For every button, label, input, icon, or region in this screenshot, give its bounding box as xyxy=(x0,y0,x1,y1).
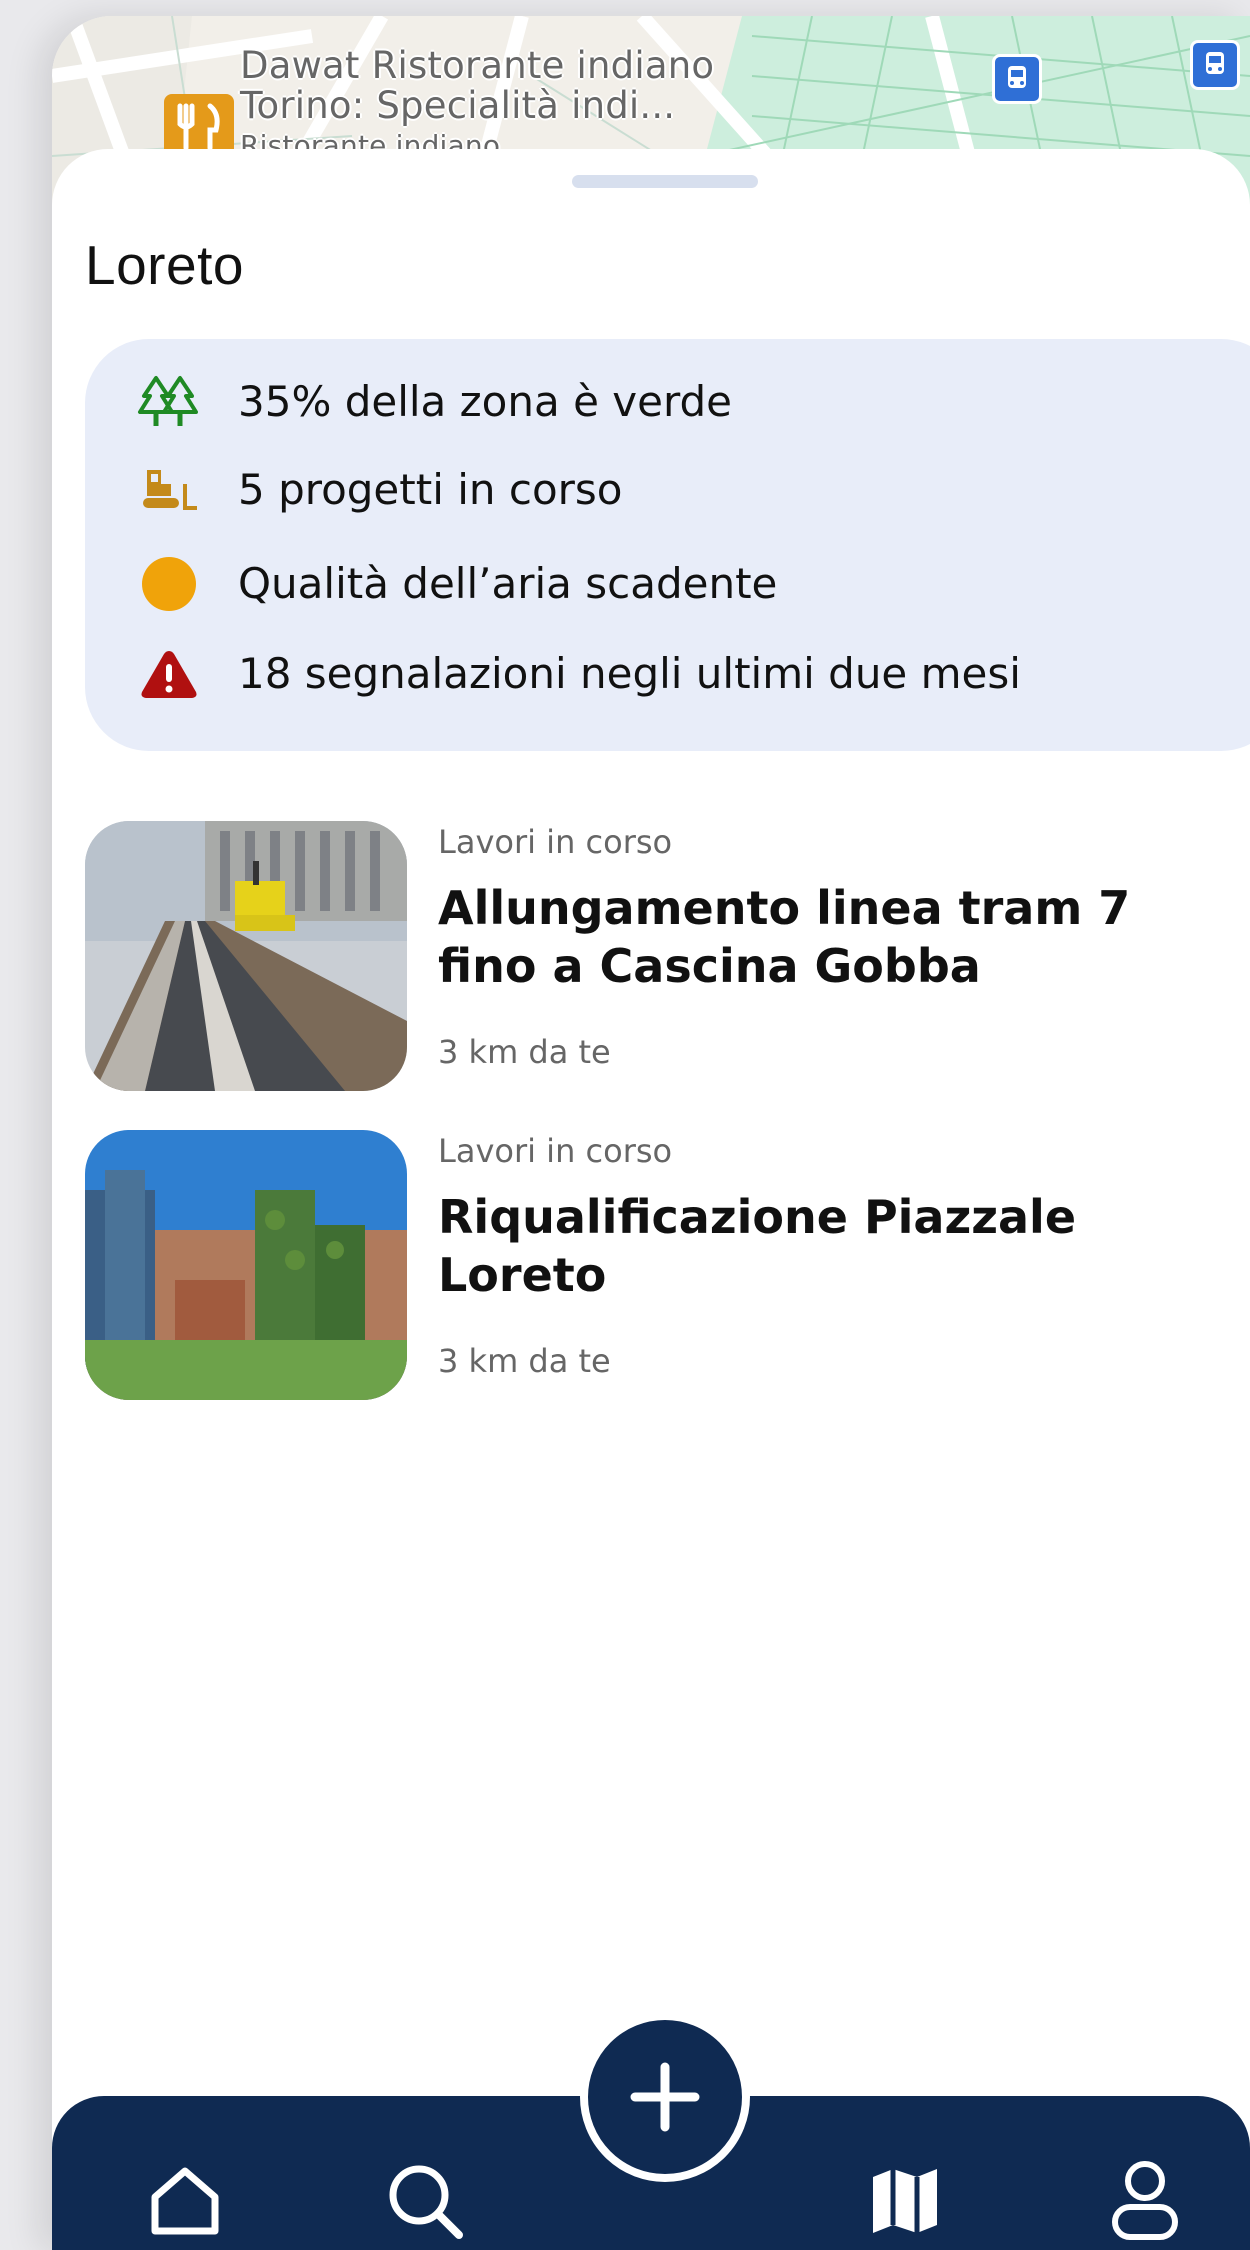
warning-triangle-icon xyxy=(135,644,203,704)
map-poi-label[interactable]: Dawat Ristorante indiano Torino: Special… xyxy=(240,46,714,166)
project-thumbnail xyxy=(85,821,407,1091)
poi-name-line1: Dawat Ristorante indiano xyxy=(240,44,715,87)
project-title[interactable]: Riqualificazione Piazzale Loreto xyxy=(438,1188,1218,1304)
stat-reports: 18 segnalazioni negli ultimi due mesi xyxy=(85,644,1185,704)
stat-text: 5 progetti in corso xyxy=(238,465,623,514)
project-distance: 3 km da te xyxy=(438,1342,611,1380)
stat-text: Qualità dell’aria scadente xyxy=(238,559,778,608)
add-icon xyxy=(630,2062,700,2132)
project-category: Lavori in corso xyxy=(438,1132,673,1170)
trees-icon xyxy=(135,372,203,432)
stat-air-quality: Qualità dell’aria scadente xyxy=(85,554,1185,614)
bottom-sheet: Loreto 35% della zona è verde 5 progetti… xyxy=(52,149,1250,2250)
project-title[interactable]: Allungamento linea tram 7 fino a Cascina… xyxy=(438,879,1218,995)
sheet-drag-handle[interactable] xyxy=(572,175,758,188)
zone-stats-panel: 35% della zona è verde 5 progetti in cor… xyxy=(85,339,1250,751)
transit-stop-icon[interactable] xyxy=(1190,40,1240,90)
phone-screen: Dawat Ristorante indiano Torino: Special… xyxy=(52,16,1250,2250)
profile-icon[interactable] xyxy=(1085,2151,1205,2250)
stat-green-area: 35% della zona è verde xyxy=(85,372,1185,432)
home-icon[interactable] xyxy=(125,2151,245,2250)
poi-name-line2: Torino: Specialità indi... xyxy=(240,84,676,127)
stat-text: 18 segnalazioni negli ultimi due mesi xyxy=(238,649,1021,698)
stat-projects: 5 progetti in corso xyxy=(85,460,1185,520)
project-card[interactable]: Lavori in corso Riqualificazione Piazzal… xyxy=(85,1130,1235,1400)
project-category: Lavori in corso xyxy=(438,823,673,861)
add-button[interactable] xyxy=(580,2012,750,2182)
project-distance: 3 km da te xyxy=(438,1033,611,1071)
place-title: Loreto xyxy=(85,234,244,296)
air-quality-dot-icon xyxy=(135,554,203,614)
map-icon[interactable] xyxy=(845,2151,965,2250)
stat-text: 35% della zona è verde xyxy=(238,377,732,426)
search-icon[interactable] xyxy=(365,2151,485,2250)
project-card[interactable]: Lavori in corso Allungamento linea tram … xyxy=(85,821,1235,1091)
project-thumbnail xyxy=(85,1130,407,1400)
transit-stop-icon[interactable] xyxy=(992,54,1042,104)
bulldozer-icon xyxy=(135,460,203,520)
